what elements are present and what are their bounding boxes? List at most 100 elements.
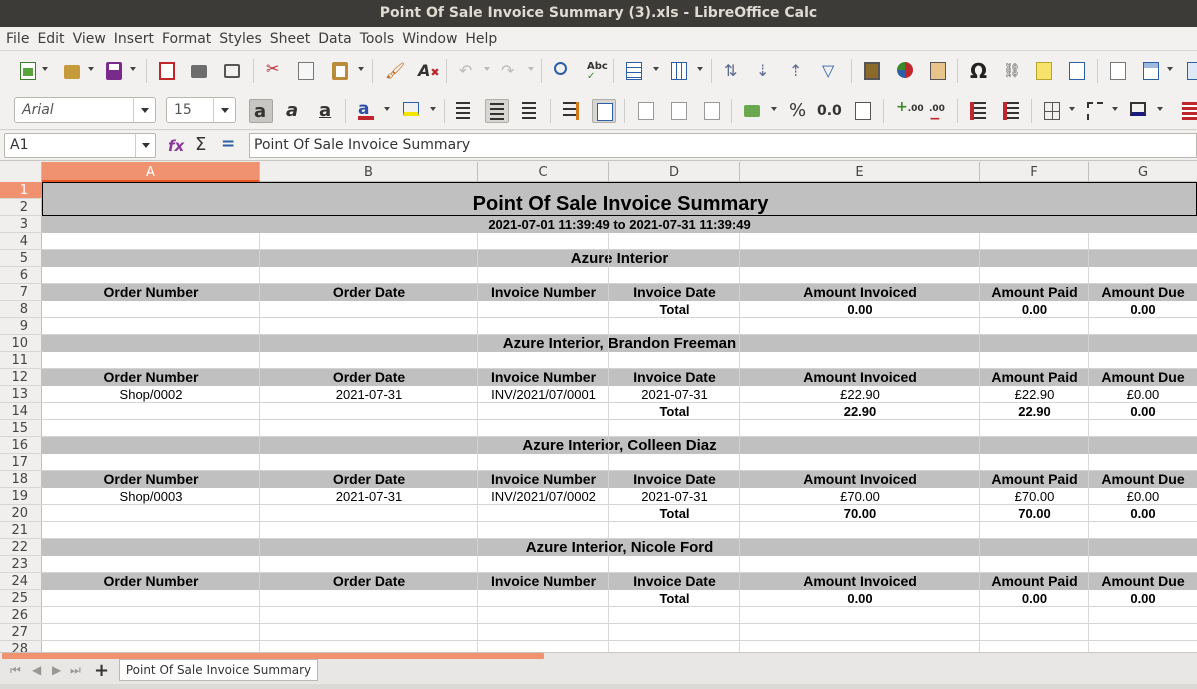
hyperlink-icon[interactable]: ⛓ <box>999 59 1023 83</box>
special-character-icon[interactable]: Ω <box>966 59 990 83</box>
row-header-8[interactable]: 8 <box>0 301 42 318</box>
clear-formatting-icon[interactable]: A✖ <box>414 59 440 83</box>
insert-chart-icon[interactable] <box>893 59 917 83</box>
row-header-3[interactable]: 3 <box>0 216 42 233</box>
decrease-indent-icon[interactable] <box>999 99 1023 123</box>
row-header-7[interactable]: 7 <box>0 284 42 301</box>
table-row[interactable] <box>42 556 1197 573</box>
row-header-22[interactable]: 22 <box>0 539 42 556</box>
insert-image-icon[interactable] <box>860 59 884 83</box>
align-bottom-icon[interactable] <box>700 99 724 123</box>
column-header-a[interactable]: A <box>42 162 260 182</box>
row-header-6[interactable]: 6 <box>0 267 42 284</box>
borders-dropdown-icon[interactable] <box>1069 107 1075 111</box>
print-preview-icon[interactable] <box>220 59 244 83</box>
column-title-row[interactable]: Order Number Order Date Invoice Number I… <box>42 471 1197 488</box>
new-dropdown-icon[interactable] <box>42 67 48 71</box>
bold-button[interactable]: a <box>249 99 273 123</box>
row-header-23[interactable]: 23 <box>0 556 42 573</box>
table-row[interactable] <box>42 267 1197 284</box>
sheet-tab[interactable]: Point Of Sale Invoice Summary <box>119 659 318 681</box>
highlight-color-icon[interactable] <box>399 99 423 123</box>
sort-icon[interactable]: ⇅ <box>720 59 744 83</box>
chevron-down-icon[interactable] <box>133 98 155 122</box>
export-pdf-icon[interactable] <box>155 59 179 83</box>
align-center-icon[interactable] <box>485 99 509 123</box>
percent-format-icon[interactable]: % <box>785 99 809 123</box>
select-all-corner[interactable] <box>0 162 42 182</box>
undo-icon[interactable]: ↶ <box>455 59 479 83</box>
conditional-format-icon[interactable] <box>1178 99 1197 123</box>
autofilter-icon[interactable]: ▽ <box>818 59 842 83</box>
wrap-text-icon[interactable] <box>559 99 583 123</box>
table-row[interactable] <box>42 420 1197 437</box>
menu-view[interactable]: View <box>69 27 110 52</box>
column-dropdown-icon[interactable] <box>697 67 703 71</box>
row-dropdown-icon[interactable] <box>653 67 659 71</box>
undo-dropdown-icon[interactable] <box>484 67 490 71</box>
clone-formatting-icon[interactable]: 🖌 <box>381 59 405 83</box>
copy-icon[interactable] <box>294 59 318 83</box>
column-title-row[interactable]: Order Number Order Date Invoice Number I… <box>42 573 1197 590</box>
section-header-row[interactable]: Azure Interior <box>42 250 1197 267</box>
center-vertically-icon[interactable] <box>667 99 691 123</box>
previous-sheet-icon[interactable]: ◀ <box>32 663 41 677</box>
font-color-dropdown-icon[interactable] <box>384 107 390 111</box>
add-decimal-place-icon[interactable]: +.00 <box>892 99 924 123</box>
row-header-26[interactable]: 26 <box>0 607 42 624</box>
function-wizard-icon[interactable]: fx <box>168 137 184 155</box>
row-header-14[interactable]: 14 <box>0 403 42 420</box>
chevron-down-icon[interactable] <box>213 98 235 122</box>
table-row[interactable] <box>42 522 1197 539</box>
border-color-dropdown-icon[interactable] <box>1157 107 1163 111</box>
italic-button[interactable]: a <box>282 99 306 123</box>
column-title-row[interactable]: Order Number Order Date Invoice Number I… <box>42 369 1197 386</box>
row-header-13[interactable]: 13 <box>0 386 42 403</box>
row-header-20[interactable]: 20 <box>0 505 42 522</box>
highlight-dropdown-icon[interactable] <box>430 107 436 111</box>
row-header-2[interactable]: 2 <box>0 199 42 216</box>
section-header-row[interactable]: Azure Interior, Nicole Ford <box>42 539 1197 556</box>
row-header-16[interactable]: 16 <box>0 437 42 454</box>
row-header-11[interactable]: 11 <box>0 352 42 369</box>
borders-icon[interactable] <box>1040 99 1064 123</box>
section-header-row[interactable]: Azure Interior, Brandon Freeman <box>42 335 1197 352</box>
redo-icon[interactable]: ↷ <box>497 59 521 83</box>
row-header-24[interactable]: 24 <box>0 573 42 590</box>
row-header-17[interactable]: 17 <box>0 454 42 471</box>
find-replace-icon[interactable] <box>550 59 574 83</box>
row-header-21[interactable]: 21 <box>0 522 42 539</box>
formula-icon[interactable]: = <box>221 134 235 154</box>
column-title-row[interactable]: Order Number Order Date Invoice Number I… <box>42 284 1197 301</box>
new-document-icon[interactable] <box>16 59 40 83</box>
open-dropdown-icon[interactable] <box>88 67 94 71</box>
align-top-icon[interactable] <box>634 99 658 123</box>
table-row[interactable] <box>42 318 1197 335</box>
currency-dropdown-icon[interactable] <box>771 107 777 111</box>
align-right-icon[interactable] <box>518 99 542 123</box>
column-icon[interactable] <box>667 59 691 83</box>
formula-input[interactable]: Point Of Sale Invoice Summary <box>249 133 1197 158</box>
menu-insert[interactable]: Insert <box>110 27 158 52</box>
split-window-icon[interactable] <box>1183 59 1197 83</box>
menu-styles[interactable]: Styles <box>215 27 265 52</box>
freeze-dropdown-icon[interactable] <box>1167 67 1173 71</box>
data-row[interactable]: Shop/0003 2021-07-31 INV/2021/07/0002 20… <box>42 488 1197 505</box>
column-header-b[interactable]: B <box>260 162 478 182</box>
freeze-rows-columns-icon[interactable] <box>1139 59 1163 83</box>
row-header-9[interactable]: 9 <box>0 318 42 335</box>
column-header-e[interactable]: E <box>740 162 980 182</box>
cut-icon[interactable]: ✂ <box>262 59 286 83</box>
table-row[interactable] <box>42 352 1197 369</box>
border-color-icon[interactable] <box>1126 99 1150 123</box>
data-row[interactable]: Shop/0002 2021-07-31 INV/2021/07/0001 20… <box>42 386 1197 403</box>
last-sheet-icon[interactable]: ⏭ <box>70 663 81 678</box>
date-range-row[interactable]: 2021-07-01 11:39:49 to 2021-07-31 11:39:… <box>42 216 1197 233</box>
open-folder-icon[interactable] <box>60 59 84 83</box>
row-header-15[interactable]: 15 <box>0 420 42 437</box>
save-dropdown-icon[interactable] <box>130 67 136 71</box>
table-row[interactable] <box>42 454 1197 471</box>
menu-data[interactable]: Data <box>314 27 355 52</box>
headers-footers-icon[interactable] <box>1065 59 1089 83</box>
total-row[interactable]: Total 70.00 70.00 0.00 <box>42 505 1197 522</box>
